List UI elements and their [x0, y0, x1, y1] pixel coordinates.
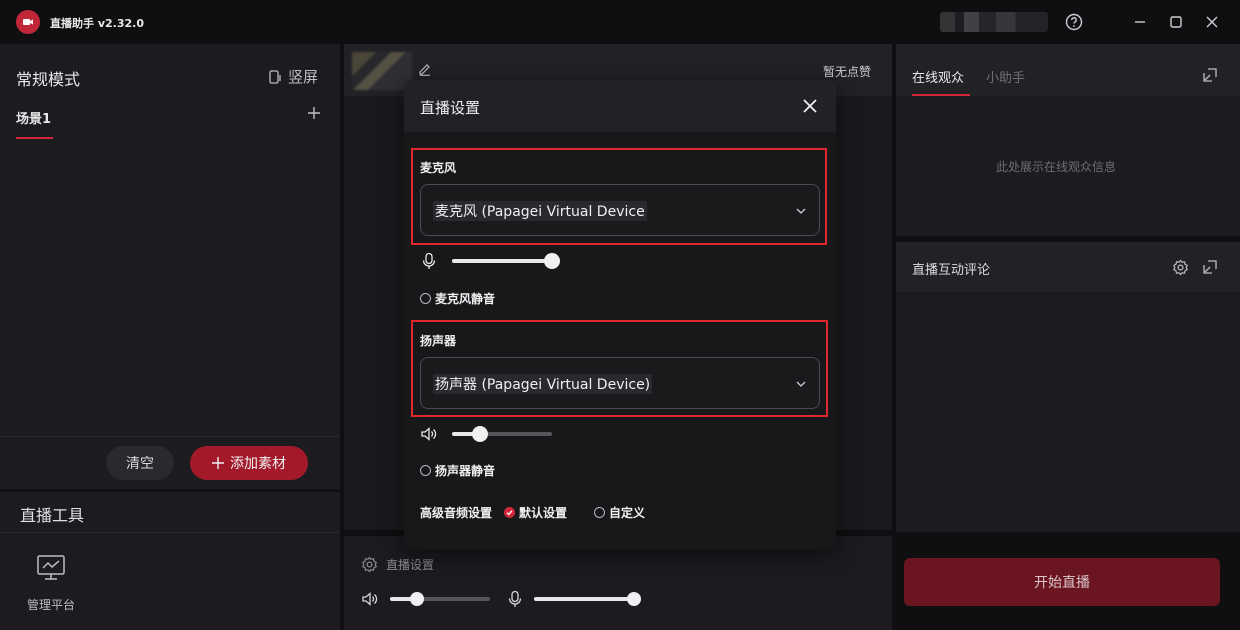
custom-radio[interactable] [594, 507, 605, 518]
default-settings-option[interactable]: 默认设置 [504, 504, 567, 521]
add-material-button[interactable]: 添加素材 [190, 446, 308, 480]
scene-tab-indicator [16, 137, 53, 139]
popout-icon[interactable] [1202, 67, 1218, 83]
chevron-down-icon [795, 378, 807, 390]
mic-volume-knob[interactable] [544, 253, 560, 269]
speaker-device-value: 扬声器 (Papagei Virtual Device) [433, 374, 653, 394]
monitor-chart-icon[interactable] [36, 554, 66, 582]
mic-device-select[interactable]: 麦克风 (Papagei Virtual Device [420, 184, 820, 236]
speaker-mute-option[interactable]: 扬声器静音 [420, 462, 495, 479]
speaker-icon [361, 590, 379, 608]
active-tab-indicator [912, 94, 970, 96]
add-material-label: 添加素材 [230, 456, 286, 472]
management-platform-label[interactable]: 管理平台 [27, 596, 75, 613]
speaker-icon [420, 425, 440, 443]
default-settings-radio[interactable] [504, 507, 515, 518]
audio-controls-bar [344, 536, 892, 630]
mic-volume-fill [452, 259, 552, 263]
default-settings-label: 默认设置 [519, 506, 568, 520]
live-settings-label: 直播设置 [386, 558, 435, 572]
speaker-volume-knob[interactable] [410, 592, 424, 606]
gear-icon [361, 556, 378, 573]
speaker-volume-slider[interactable] [452, 426, 552, 442]
speaker-volume-slider[interactable] [390, 592, 490, 606]
live-tools-title: 直播工具 [20, 506, 85, 525]
close-icon[interactable] [801, 97, 819, 115]
scene-panel [0, 44, 340, 436]
maximize-icon[interactable] [1166, 12, 1186, 32]
speaker-mute-radio[interactable] [420, 465, 431, 476]
speaker-device-select[interactable]: 扬声器 (Papagei Virtual Device) [420, 357, 820, 409]
clear-button[interactable]: 清空 [106, 446, 174, 480]
streamer-avatar [352, 52, 412, 90]
chevron-down-icon [795, 205, 807, 217]
add-scene-icon[interactable] [306, 105, 322, 121]
vertical-screen-button[interactable]: 竖屏 [268, 66, 318, 87]
tab-scene-1[interactable]: 场景1 [16, 108, 51, 127]
plus-icon [212, 457, 224, 469]
app-logo-icon [16, 10, 40, 34]
mic-volume-knob[interactable] [627, 592, 641, 606]
help-icon[interactable] [1064, 12, 1084, 32]
mic-volume-slider[interactable] [534, 592, 641, 606]
audience-empty-text: 此处展示在线观众信息 [996, 160, 1117, 174]
advanced-audio-label: 高级音频设置 [420, 506, 493, 520]
custom-option[interactable]: 自定义 [594, 504, 645, 521]
custom-label: 自定义 [609, 506, 646, 520]
vertical-screen-label: 竖屏 [288, 68, 319, 86]
likes-status: 暂无点赞 [823, 65, 872, 79]
app-title: 直播助手 v2.32.0 [50, 17, 144, 30]
speaker-volume-knob[interactable] [472, 426, 488, 442]
speaker-label: 扬声器 [420, 334, 457, 348]
mic-label: 麦克风 [420, 161, 457, 175]
live-settings-button[interactable]: 直播设置 [361, 556, 434, 573]
mic-device-value: 麦克风 (Papagei Virtual Device [433, 201, 647, 221]
mic-mute-option[interactable]: 麦克风静音 [420, 290, 495, 307]
minimize-icon[interactable] [1130, 12, 1150, 32]
phone-rotate-icon [268, 69, 284, 85]
dialog-title: 直播设置 [420, 99, 481, 117]
mic-mute-radio[interactable] [420, 293, 431, 304]
mic-mute-label: 麦克风静音 [435, 292, 496, 306]
speaker-mute-label: 扬声器静音 [435, 464, 496, 478]
microphone-icon [421, 252, 437, 270]
user-account-avatar[interactable] [940, 12, 1048, 32]
mic-volume-slider[interactable] [452, 253, 560, 269]
edit-icon[interactable] [418, 62, 432, 76]
settings-icon[interactable] [1172, 259, 1189, 276]
start-live-button[interactable]: 开始直播 [904, 558, 1220, 606]
tab-online-audience[interactable]: 在线观众 [912, 67, 964, 86]
microphone-icon [507, 590, 523, 608]
comments-title: 直播互动评论 [912, 263, 991, 278]
close-window-icon[interactable] [1202, 12, 1222, 32]
mode-title: 常规模式 [16, 70, 81, 89]
divider [0, 532, 340, 533]
popout-icon[interactable] [1202, 259, 1218, 275]
title-bar [0, 0, 1240, 44]
tab-assistant[interactable]: 小助手 [986, 67, 1025, 86]
mic-volume-fill [534, 597, 634, 601]
